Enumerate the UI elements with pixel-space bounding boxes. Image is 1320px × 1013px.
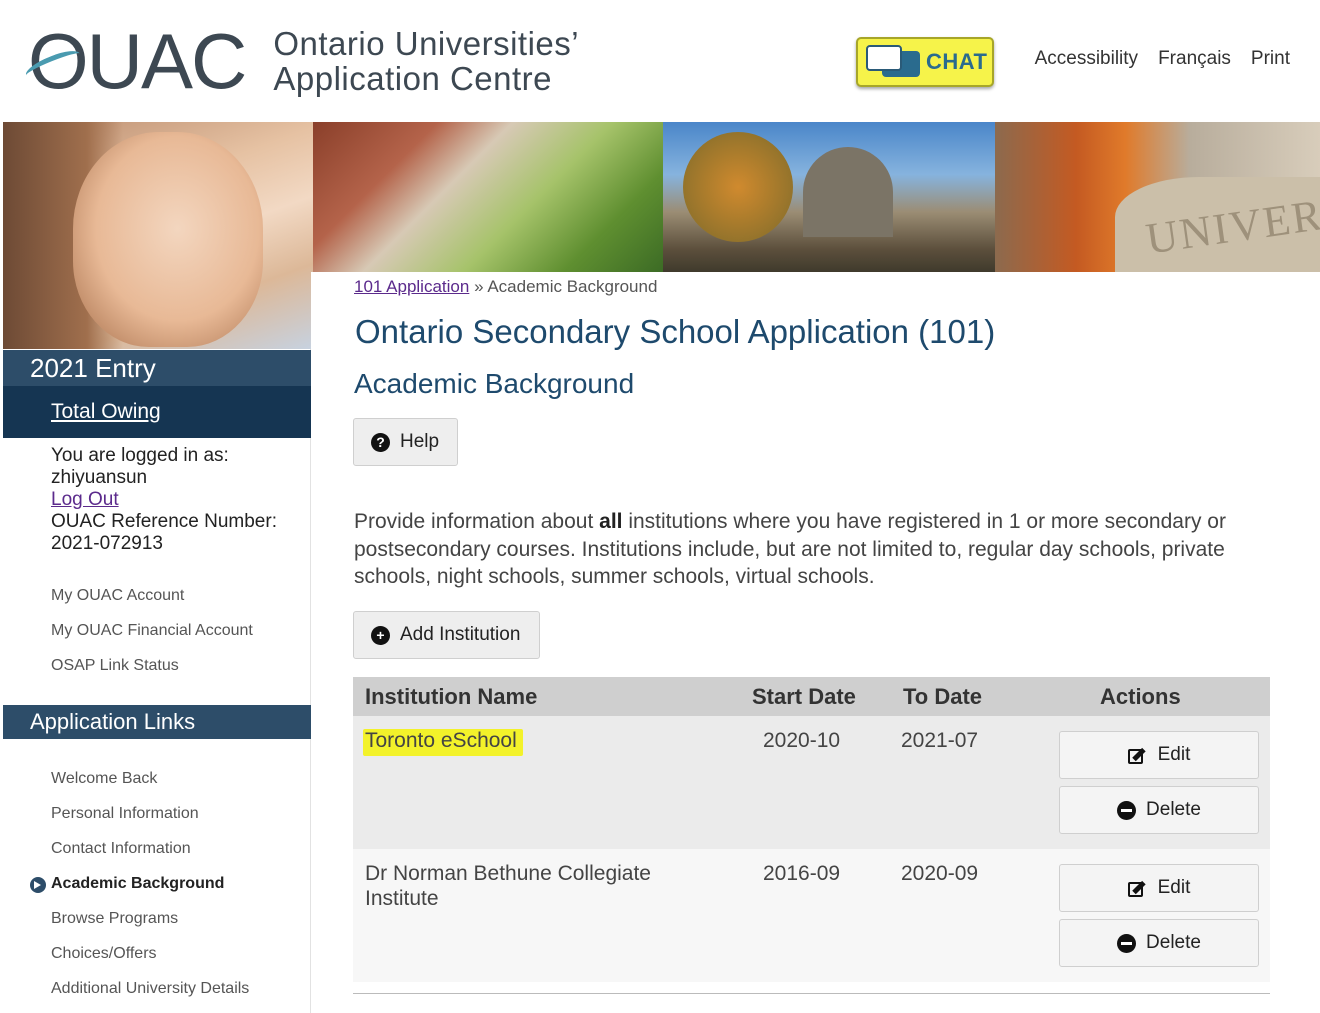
header-actions: Actions [1100, 684, 1181, 709]
logout-link[interactable]: Log Out [51, 489, 277, 511]
sidebar-item-additional-university-details[interactable]: Additional University Details [51, 980, 249, 1013]
table-header: Institution Name Start Date To Date Acti… [353, 677, 1270, 716]
table-divider [353, 993, 1270, 994]
site-header: OUAC Ontario Universities’ Application C… [0, 0, 1320, 122]
sidebar-item-my-ouac-account[interactable]: My OUAC Account [51, 587, 253, 622]
breadcrumb-current: Academic Background [487, 277, 658, 296]
banner-images: UNIVERSITY [3, 122, 1320, 272]
start-date: 2020-10 [763, 729, 841, 752]
plus-icon: + [371, 625, 390, 645]
total-owing-link[interactable]: Total Owing [3, 386, 311, 438]
breadcrumb-link[interactable]: 101 Application [354, 277, 469, 296]
logo-line2: Application Centre [273, 60, 553, 97]
sidebar-item-personal-information[interactable]: Personal Information [51, 805, 249, 840]
campus-photo-2 [663, 122, 995, 272]
help-button[interactable]: ? Help [353, 418, 458, 466]
edit-button[interactable]: Edit [1059, 731, 1259, 779]
francais-link[interactable]: Français [1158, 48, 1231, 70]
chat-button[interactable]: CHAT [856, 37, 994, 87]
reference-number: 2021-072913 [51, 533, 163, 554]
table-row: Dr Norman Bethune Collegiate Institute 2… [353, 849, 1270, 982]
edit-icon [1127, 878, 1148, 898]
add-institution-label: Add Institution [400, 624, 521, 645]
institution-name: Dr Norman Bethune Collegiate Institute [365, 862, 651, 910]
question-icon: ? [371, 432, 390, 452]
accessibility-link[interactable]: Accessibility [1035, 48, 1138, 70]
account-links: My OUAC Account My OUAC Financial Accoun… [51, 587, 253, 692]
header-start-date: Start Date [752, 684, 856, 709]
intro-text: Provide information about all institutio… [354, 510, 1226, 588]
application-links: Welcome Back Personal Information Contac… [29, 770, 249, 1013]
logo-text: Ontario Universities’ Application Centre [273, 26, 579, 96]
breadcrumb: 101 Application » Academic Background [354, 277, 657, 297]
to-date: 2020-09 [901, 862, 979, 885]
logged-in-label: You are logged in as: [51, 445, 229, 466]
minus-icon [1117, 800, 1137, 820]
campus-photo-1 [313, 122, 663, 272]
chat-label: CHAT [926, 49, 988, 74]
logo-mark: OUAC [28, 17, 247, 105]
edit-icon [1127, 745, 1148, 765]
header-institution-name: Institution Name [365, 684, 538, 709]
start-date: 2016-09 [763, 862, 841, 885]
login-info: You are logged in as: zhiyuansun Log Out… [51, 445, 277, 555]
reference-label: OUAC Reference Number: [51, 511, 277, 532]
sidebar-item-choices-offers[interactable]: Choices/Offers [51, 945, 249, 980]
sidebar-item-osap-link-status[interactable]: OSAP Link Status [51, 657, 253, 692]
institution-name: Toronto eSchool [363, 728, 523, 756]
table-row: Toronto eSchool 2020-10 2021-07 Edit Del… [353, 716, 1270, 849]
delete-button[interactable]: Delete [1059, 919, 1259, 967]
student-photo [3, 122, 313, 272]
chat-icon [866, 45, 922, 79]
breadcrumb-separator: » [474, 277, 484, 296]
application-links-title: Application Links [3, 705, 311, 739]
print-link[interactable]: Print [1251, 48, 1290, 70]
page-title: Ontario Secondary School Application (10… [355, 313, 996, 350]
entry-title: 2021 Entry [3, 350, 311, 386]
sidebar: 2021 Entry Total Owing You are logged in… [3, 272, 311, 1013]
to-date: 2021-07 [901, 729, 979, 752]
sidebar-item-academic-background[interactable]: Academic Background [29, 875, 249, 910]
username: zhiyuansun [51, 467, 148, 488]
minus-icon [1117, 933, 1137, 953]
sidebar-item-financial-account[interactable]: My OUAC Financial Account [51, 622, 253, 657]
help-label: Help [400, 431, 440, 452]
top-links: Accessibility Français Print [1035, 48, 1290, 70]
header-to-date: To Date [903, 684, 983, 709]
sidebar-item-contact-information[interactable]: Contact Information [51, 840, 249, 875]
logo-line1: Ontario Universities’ [273, 25, 580, 62]
campus-photo-3: UNIVERSITY [995, 122, 1320, 272]
sidebar-item-browse-programs[interactable]: Browse Programs [51, 910, 249, 945]
page-subtitle: Academic Background [354, 368, 635, 399]
edit-button[interactable]: Edit [1059, 864, 1259, 912]
delete-button[interactable]: Delete [1059, 786, 1259, 834]
sidebar-item-welcome-back[interactable]: Welcome Back [51, 770, 249, 805]
sidebar-photo [3, 272, 311, 349]
intro-emphasis: all [599, 510, 623, 533]
ouac-logo[interactable]: OUAC Ontario Universities’ Application C… [28, 22, 579, 100]
add-institution-button[interactable]: + Add Institution [353, 611, 540, 659]
